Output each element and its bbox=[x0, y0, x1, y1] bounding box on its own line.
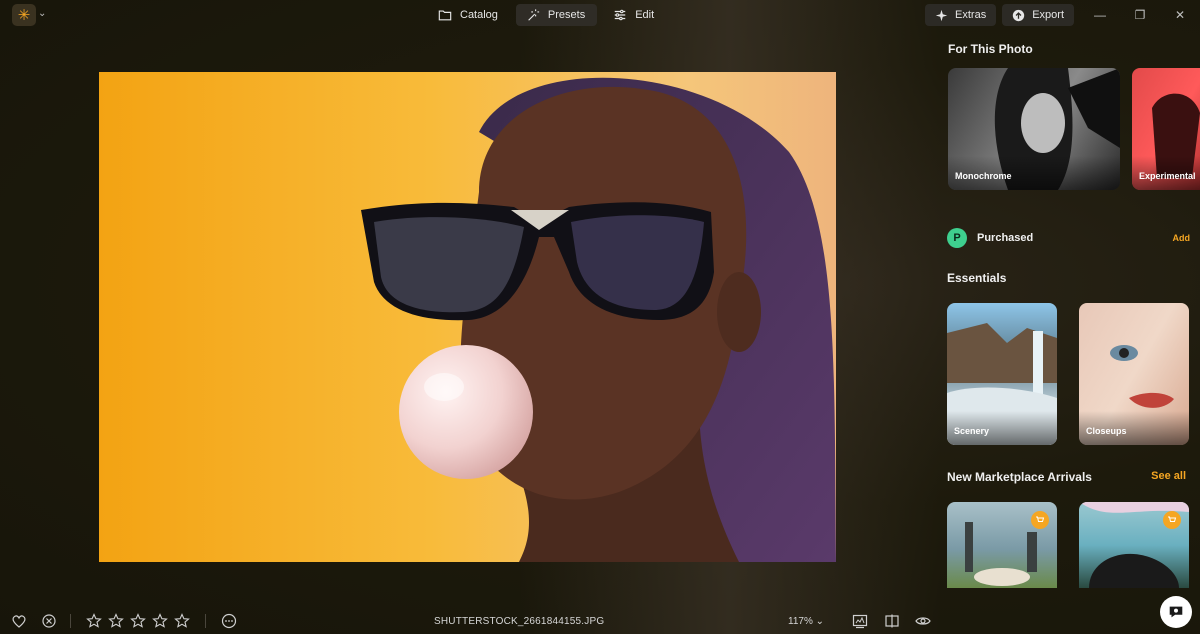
sliders-icon bbox=[614, 9, 626, 21]
sparkle-icon bbox=[935, 9, 948, 21]
reject-icon[interactable] bbox=[41, 613, 57, 629]
essentials-title: Essentials bbox=[947, 271, 1007, 285]
tab-presets-label: Presets bbox=[547, 9, 586, 21]
chevron-down-icon[interactable]: ⌄ bbox=[38, 8, 46, 19]
zoom-level-dropdown[interactable]: 117% ⌄ bbox=[788, 616, 824, 627]
photo-illustration bbox=[99, 72, 836, 562]
file-name: SHUTTERSTOCK_2661844155.JPG bbox=[434, 616, 605, 627]
preset-card-label: Scenery bbox=[954, 426, 990, 436]
divider bbox=[205, 614, 206, 628]
marketplace-card-1[interactable] bbox=[947, 502, 1057, 588]
compare-split-icon[interactable] bbox=[884, 613, 900, 629]
export-button[interactable]: Export bbox=[1002, 4, 1074, 26]
folder-icon bbox=[438, 10, 452, 21]
tab-presets[interactable]: Presets bbox=[515, 4, 598, 26]
marketplace-card-2[interactable] bbox=[1079, 502, 1189, 588]
top-bar: ✳ ⌄ Catalog Presets Edit Extras Export —… bbox=[0, 0, 1200, 32]
tab-catalog-label: Catalog bbox=[460, 9, 498, 21]
restore-button[interactable]: ❐ bbox=[1120, 4, 1160, 26]
purchased-row[interactable]: P Purchased Add bbox=[947, 227, 1190, 249]
for-this-photo-title: For This Photo bbox=[948, 42, 1033, 56]
bottom-bar: SHUTTERSTOCK_2661844155.JPG 117% ⌄ bbox=[0, 608, 1200, 634]
export-label: Export bbox=[1032, 9, 1064, 21]
preset-card-scenery[interactable]: Scenery bbox=[947, 303, 1057, 445]
tab-edit[interactable]: Edit bbox=[603, 4, 666, 26]
cart-icon bbox=[1163, 511, 1181, 529]
magic-wand-icon bbox=[528, 9, 540, 21]
preset-card-monochrome[interactable]: Monochrome bbox=[948, 68, 1120, 190]
preview-eye-icon[interactable] bbox=[915, 613, 931, 629]
histogram-icon[interactable] bbox=[852, 613, 868, 629]
more-options-icon[interactable] bbox=[221, 613, 237, 629]
minimize-button[interactable]: — bbox=[1080, 4, 1120, 26]
see-all-link[interactable]: See all bbox=[1151, 470, 1186, 482]
right-tools: Extras Export — ❐ ✕ bbox=[925, 4, 1200, 26]
preset-card-label: Monochrome bbox=[955, 171, 1012, 181]
preset-card-label: Experimental bbox=[1139, 171, 1196, 181]
favorite-heart-icon[interactable] bbox=[11, 613, 27, 629]
purchased-icon: P bbox=[947, 228, 967, 248]
main-nav: Catalog Presets Edit bbox=[428, 4, 666, 26]
star-icon[interactable] bbox=[108, 613, 124, 629]
purchased-label: Purchased bbox=[977, 232, 1034, 244]
preset-card-closeups[interactable]: Closeups bbox=[1079, 303, 1189, 445]
star-icon[interactable] bbox=[86, 613, 102, 629]
extras-label: Extras bbox=[955, 9, 987, 21]
tab-edit-label: Edit bbox=[635, 9, 655, 21]
star-icon[interactable] bbox=[174, 613, 190, 629]
tab-catalog[interactable]: Catalog bbox=[428, 4, 510, 26]
main-photo[interactable] bbox=[99, 72, 836, 562]
star-icon[interactable] bbox=[130, 613, 146, 629]
extras-button[interactable]: Extras bbox=[925, 4, 997, 26]
preset-card-label: Closeups bbox=[1086, 426, 1127, 436]
star-icon[interactable] bbox=[152, 613, 168, 629]
marketplace-title: New Marketplace Arrivals bbox=[947, 470, 1092, 484]
export-icon bbox=[1013, 9, 1025, 21]
close-button[interactable]: ✕ bbox=[1160, 4, 1200, 26]
presets-panel: For This Photo Monochrome Experimental P… bbox=[936, 32, 1200, 634]
cart-icon bbox=[1031, 511, 1049, 529]
app-logo-icon[interactable]: ✳ bbox=[12, 4, 36, 26]
add-purchased-button[interactable]: Add bbox=[1173, 233, 1191, 243]
divider bbox=[70, 614, 71, 628]
preset-card-experimental[interactable]: Experimental bbox=[1132, 68, 1200, 190]
